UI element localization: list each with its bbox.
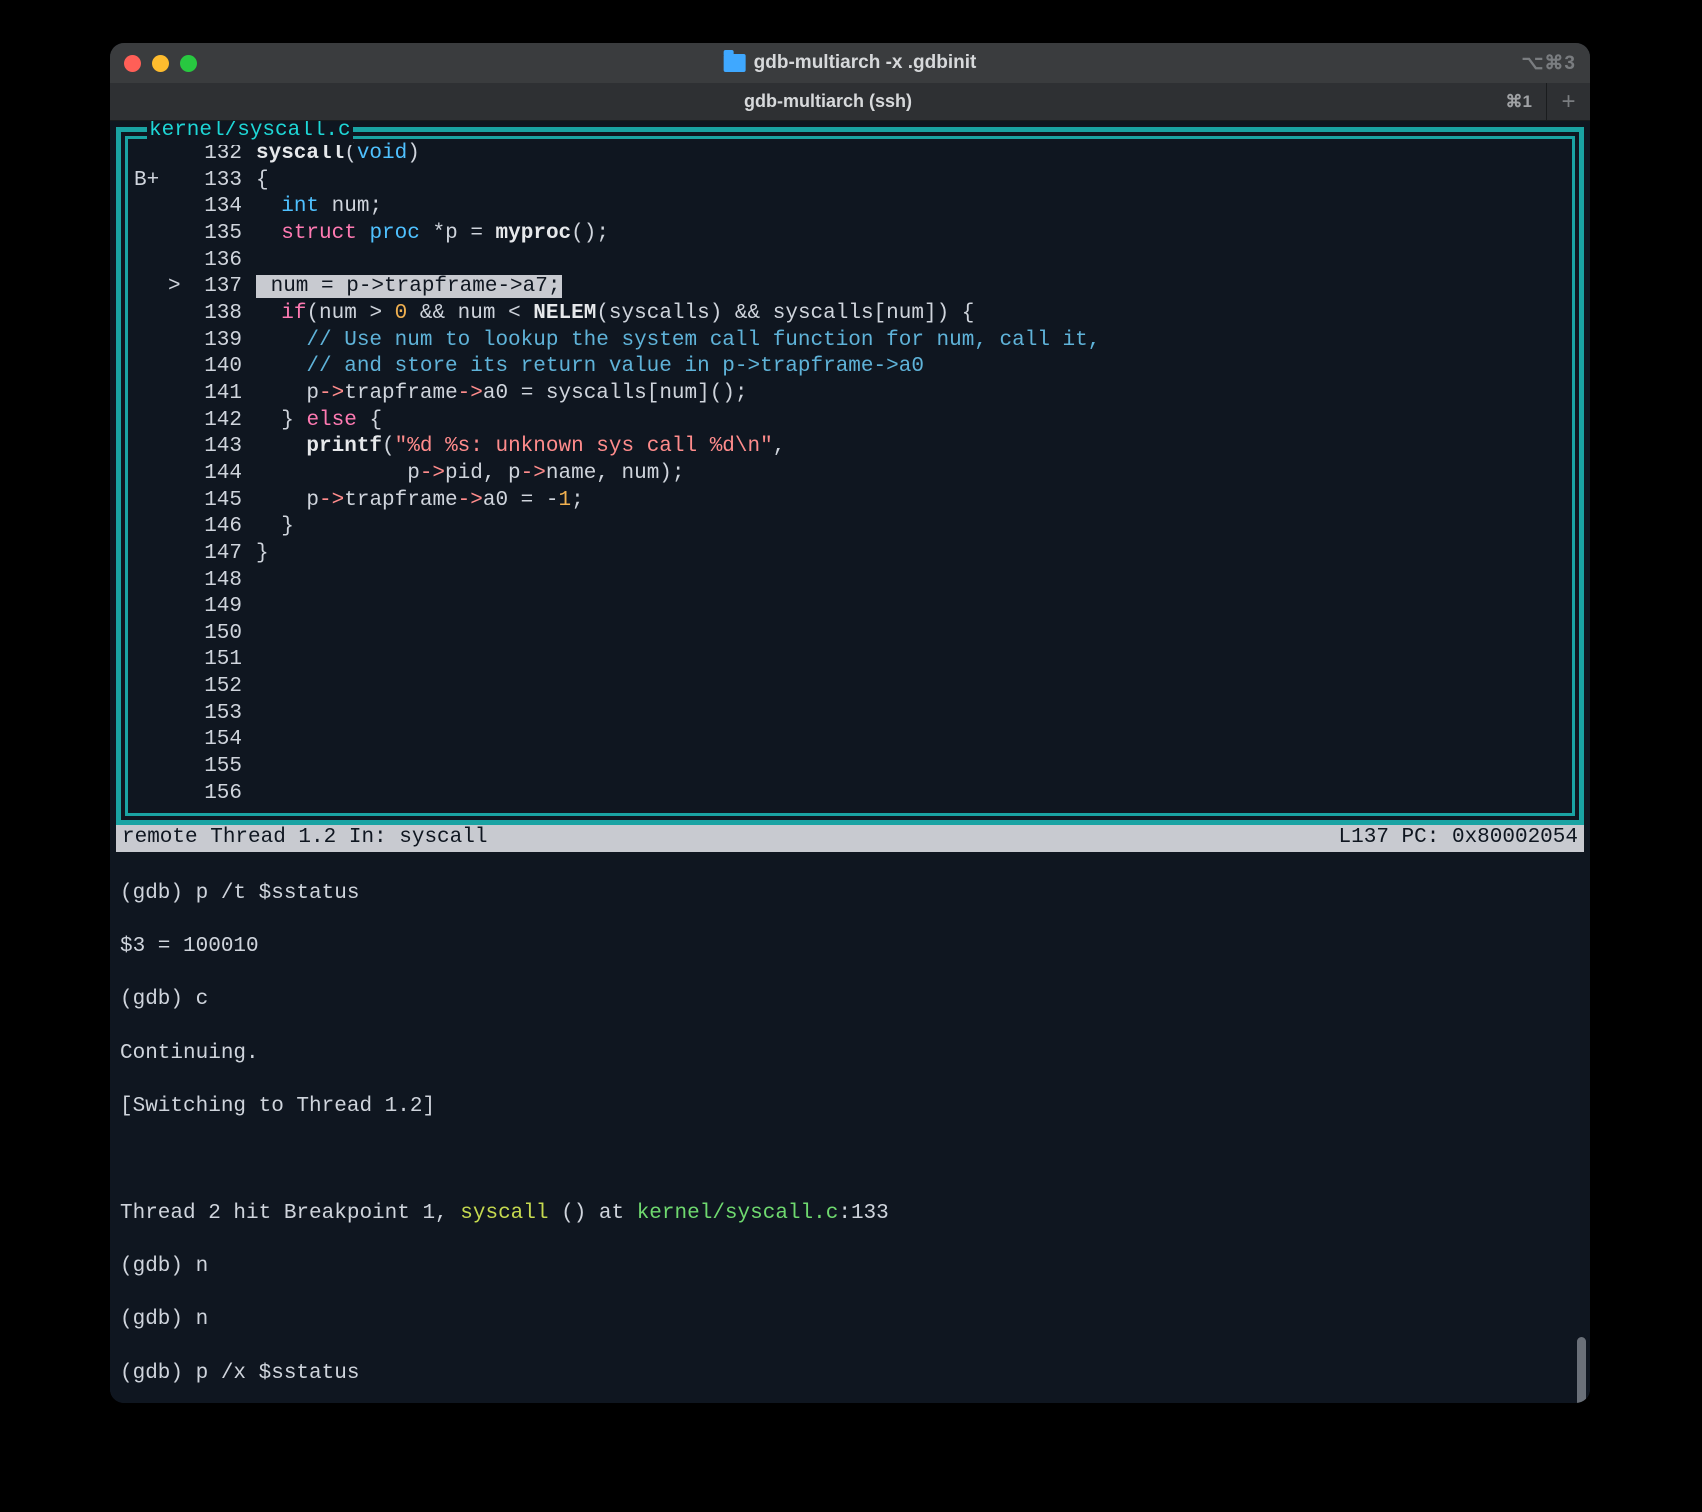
close-icon[interactable] (124, 55, 141, 72)
console-line: (gdb) p /x $sstatus (120, 1361, 1580, 1388)
console-line: (gdb) p /t $sstatus (120, 881, 1580, 908)
src-line: 139 // Use num to lookup the system call… (134, 328, 1568, 355)
src-line: 148 (134, 568, 1568, 595)
src-line: 140 // and store its return value in p->… (134, 354, 1568, 381)
console-line: $3 = 100010 (120, 934, 1580, 961)
window-title: gdb-multiarch -x .gdbinit (724, 52, 977, 74)
tab-bar: gdb-multiarch (ssh) ⌘1 + (110, 83, 1590, 121)
console-line (120, 1147, 1580, 1174)
tui-source-frame: kernel/syscall.c 132syscall(void) B+133{… (116, 127, 1584, 825)
tui-source-file: kernel/syscall.c (147, 121, 353, 145)
src-line: 156 (134, 781, 1568, 808)
src-line: 152 (134, 674, 1568, 701)
minimize-icon[interactable] (152, 55, 169, 72)
src-line: 154 (134, 727, 1568, 754)
current-line-marker: > (168, 274, 190, 301)
src-line: 136 (134, 248, 1568, 275)
gdb-console[interactable]: (gdb) p /t $sstatus $3 = 100010 (gdb) c … (114, 854, 1586, 1403)
console-line: Thread 2 hit Breakpoint 1, syscall () at… (120, 1201, 1580, 1228)
src-line: 135 struct proc *p = myproc(); (134, 221, 1568, 248)
tab-active[interactable]: gdb-multiarch (ssh) ⌘1 (110, 83, 1546, 120)
src-line: 153 (134, 701, 1568, 728)
window-title-text: gdb-multiarch -x .gdbinit (754, 52, 977, 74)
src-line: 144 p->pid, p->name, num); (134, 461, 1568, 488)
src-line: 141 p->trapframe->a0 = syscalls[num](); (134, 381, 1568, 408)
src-line: 147} (134, 541, 1568, 568)
console-line: [Switching to Thread 1.2] (120, 1094, 1580, 1121)
src-line: 134 int num; (134, 194, 1568, 221)
src-line: B+133{ (134, 168, 1568, 195)
titlebar: gdb-multiarch -x .gdbinit ⌥⌘3 (110, 43, 1590, 83)
window-shortcut-hint: ⌥⌘3 (1522, 52, 1576, 75)
terminal-window: gdb-multiarch -x .gdbinit ⌥⌘3 gdb-multia… (110, 43, 1590, 1403)
breakpoint-marker: B+ (134, 168, 168, 195)
src-line: 150 (134, 621, 1568, 648)
console-line: Continuing. (120, 1041, 1580, 1068)
folder-icon (724, 54, 746, 72)
status-left: remote Thread 1.2 In: syscall (122, 825, 1339, 852)
src-line: 132syscall(void) (134, 141, 1568, 168)
tab-shortcut: ⌘1 (1506, 92, 1532, 112)
src-line: 142 } else { (134, 408, 1568, 435)
src-line: 151 (134, 647, 1568, 674)
src-line: 143 printf("%d %s: unknown sys call %d\n… (134, 434, 1568, 461)
console-line: (gdb) n (120, 1307, 1580, 1334)
traffic-lights (124, 55, 197, 72)
src-line: 138 if(num > 0 && num < NELEM(syscalls) … (134, 301, 1568, 328)
new-tab-button[interactable]: + (1546, 83, 1590, 120)
src-line-current: >137 num = p->trapframe->a7; (134, 274, 1568, 301)
src-line: 149 (134, 594, 1568, 621)
zoom-icon[interactable] (180, 55, 197, 72)
src-line: 146 } (134, 514, 1568, 541)
console-line: (gdb) n (120, 1254, 1580, 1281)
tui-statusbar: remote Thread 1.2 In: syscall L137 PC: 0… (116, 825, 1584, 852)
tab-label: gdb-multiarch (ssh) (744, 91, 912, 112)
terminal-body[interactable]: kernel/syscall.c 132syscall(void) B+133{… (110, 121, 1590, 1403)
src-line: 145 p->trapframe->a0 = -1; (134, 488, 1568, 515)
scrollbar[interactable] (1577, 1337, 1586, 1403)
status-right: L137 PC: 0x80002054 (1339, 825, 1578, 852)
src-line: 155 (134, 754, 1568, 781)
console-line: (gdb) c (120, 987, 1580, 1014)
